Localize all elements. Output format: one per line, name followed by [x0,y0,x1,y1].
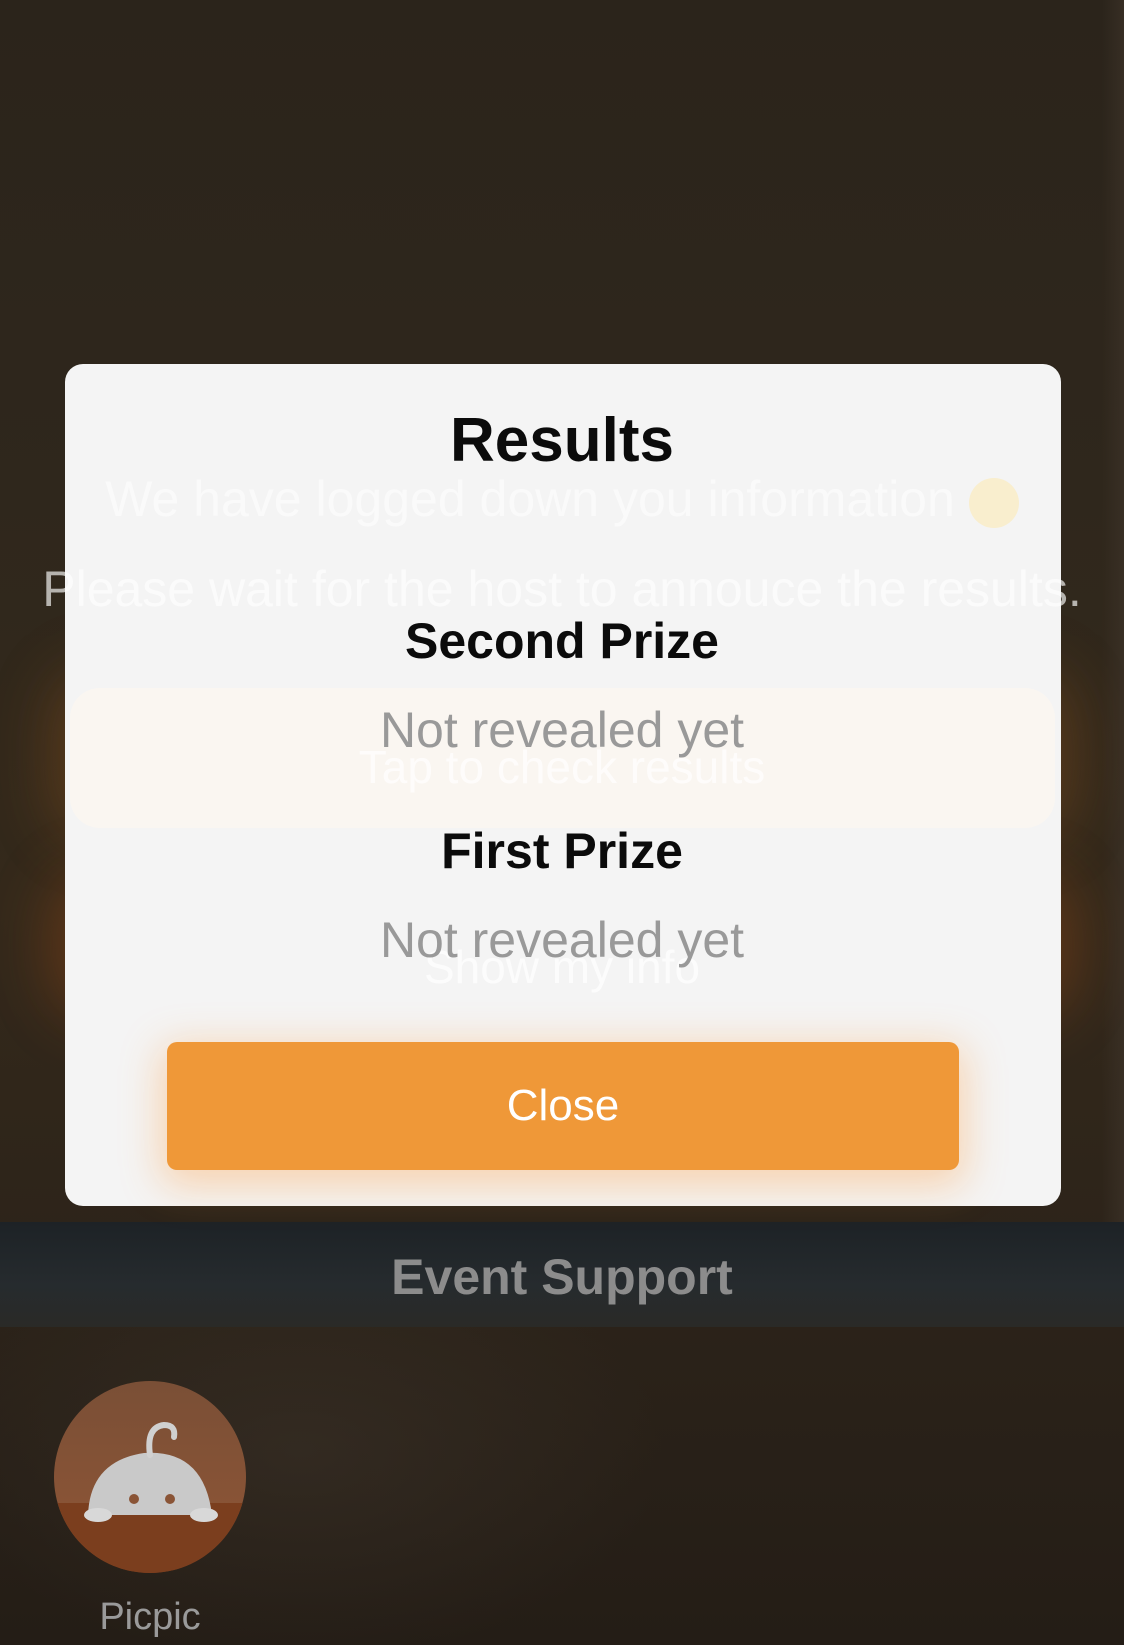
second-prize-value: Not revealed yet [379,702,745,758]
first-prize-label: First Prize [441,823,683,879]
bot-mascot-icon [54,1421,246,1573]
second-prize-label: Second Prize [405,613,719,669]
first-prize-value: Not revealed yet [379,912,745,968]
background-edge [1102,0,1124,1222]
modal-title: Results [450,406,674,475]
avatar-label: Picpic [99,1596,201,1638]
picpic-avatar[interactable] [54,1381,246,1573]
close-button[interactable]: Close [167,1042,959,1170]
event-support-title: Event Support [391,1249,733,1305]
